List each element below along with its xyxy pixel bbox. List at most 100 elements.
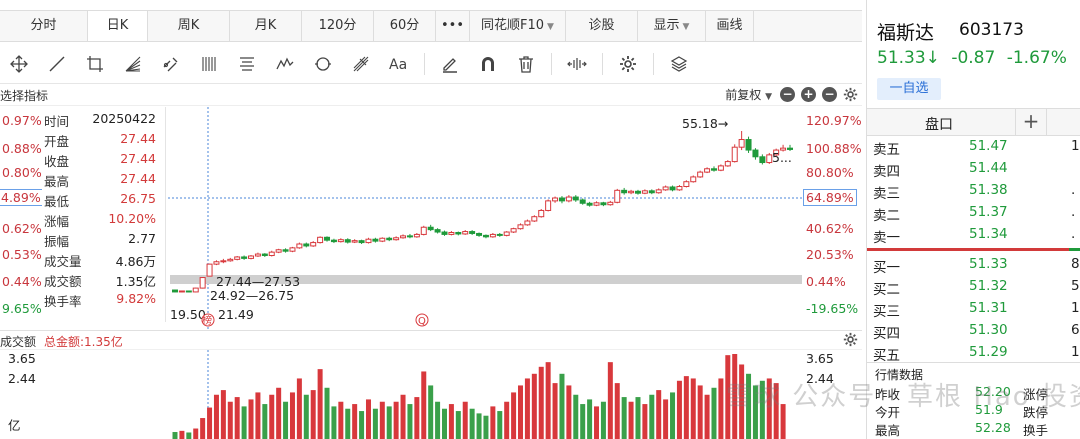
volume-bar[interactable] (683, 376, 689, 439)
volume-bar[interactable] (289, 392, 295, 439)
channel-tool-icon[interactable] (152, 49, 190, 79)
fan-tool-icon[interactable] (114, 49, 152, 79)
candle[interactable] (192, 287, 199, 293)
volume-bar[interactable] (676, 380, 682, 439)
volume-bar[interactable] (428, 385, 434, 439)
candle[interactable] (386, 237, 393, 241)
volume-bar[interactable] (690, 378, 696, 439)
volume-bar[interactable] (262, 404, 268, 439)
candle[interactable] (427, 226, 434, 231)
candle[interactable] (531, 216, 538, 222)
expand-horizontal-icon[interactable] (558, 49, 596, 79)
candle[interactable] (358, 240, 365, 244)
text-lines-icon[interactable] (228, 49, 266, 79)
candle[interactable] (586, 202, 593, 206)
volume-bar[interactable] (511, 392, 517, 439)
minus-circle-icon[interactable]: − (780, 87, 795, 102)
layers-icon[interactable] (660, 49, 698, 79)
candle[interactable] (324, 236, 331, 241)
volume-bar[interactable] (711, 387, 717, 439)
trash-icon[interactable] (507, 49, 545, 79)
volume-bar[interactable] (697, 385, 703, 439)
candle[interactable] (379, 237, 386, 242)
volume-bar[interactable] (663, 399, 669, 439)
volume-bar[interactable] (338, 401, 344, 439)
volume-bar[interactable] (241, 406, 247, 439)
plus-circle-icon[interactable]: + (801, 87, 816, 102)
candle[interactable] (579, 199, 586, 204)
tab-9[interactable]: 显示 ▼ (638, 11, 706, 41)
volume-bar[interactable] (172, 432, 178, 439)
volume-bar[interactable] (587, 399, 593, 439)
volume-bar[interactable] (324, 387, 330, 439)
candle[interactable] (593, 202, 600, 206)
vertical-lines-icon[interactable] (190, 49, 228, 79)
add-watchlist-button[interactable]: 一自选 (877, 78, 941, 100)
text-tool-icon[interactable]: Aa (380, 49, 418, 79)
volume-bar[interactable] (283, 401, 289, 439)
candle[interactable] (178, 290, 185, 293)
candle[interactable] (310, 242, 317, 247)
volume-bar[interactable] (414, 397, 420, 439)
candle[interactable] (372, 238, 379, 242)
gear-icon[interactable] (843, 332, 858, 347)
volume-bar[interactable] (310, 390, 316, 439)
candle[interactable] (607, 201, 614, 206)
tab-6[interactable]: ••• (436, 11, 470, 41)
volume-bar[interactable] (200, 418, 206, 439)
volume-bar[interactable] (600, 401, 606, 439)
candle[interactable] (496, 233, 503, 236)
candle[interactable] (462, 231, 469, 235)
candle[interactable] (275, 249, 282, 253)
volume-bar[interactable] (220, 390, 226, 439)
volume-bar[interactable] (448, 404, 454, 439)
tab-4[interactable]: 120分 (302, 11, 374, 41)
candle[interactable] (317, 236, 324, 244)
magnet-icon[interactable] (469, 49, 507, 79)
volume-bar[interactable] (269, 394, 275, 439)
candle[interactable] (365, 238, 372, 244)
candle[interactable] (482, 234, 489, 238)
volume-bar[interactable] (531, 373, 537, 439)
candle[interactable] (489, 233, 496, 238)
candle[interactable] (683, 181, 690, 187)
volume-bar[interactable] (580, 404, 586, 439)
volume-bar[interactable] (179, 430, 185, 439)
candle[interactable] (641, 190, 648, 194)
volume-bar[interactable] (545, 362, 551, 439)
adjust-select[interactable]: 前复权 ▼ (725, 86, 772, 103)
candle[interactable] (227, 258, 234, 262)
candle[interactable] (296, 243, 303, 249)
candle[interactable] (254, 253, 261, 257)
candle[interactable] (634, 190, 641, 194)
candle[interactable] (282, 249, 289, 252)
volume-bar[interactable] (296, 378, 302, 439)
candle[interactable] (517, 224, 524, 230)
candle[interactable] (406, 235, 413, 238)
volume-bar[interactable] (352, 404, 358, 439)
candle[interactable] (614, 189, 621, 203)
candle[interactable] (676, 185, 683, 191)
volume-bar[interactable] (704, 394, 710, 439)
candle[interactable] (669, 186, 676, 191)
volume-bar[interactable] (656, 390, 662, 439)
candle[interactable] (420, 226, 427, 235)
candle[interactable] (213, 261, 220, 265)
candle[interactable] (759, 156, 766, 164)
tab-8[interactable]: 诊股 (566, 11, 638, 41)
tab-2[interactable]: 周K (148, 11, 230, 41)
volume-bar[interactable] (379, 401, 385, 439)
wave-tool-icon[interactable] (266, 49, 304, 79)
tab-order-book[interactable]: 盘口 (925, 114, 953, 134)
volume-bar[interactable] (573, 394, 579, 439)
candle[interactable] (303, 243, 310, 247)
crosshair-icon[interactable] (0, 49, 38, 79)
volume-bar[interactable] (462, 401, 468, 439)
volume-bar[interactable] (621, 397, 627, 439)
volume-bar[interactable] (469, 408, 475, 439)
tab-10[interactable]: 画线 (706, 11, 754, 41)
volume-bar[interactable] (628, 401, 634, 439)
indicator-select[interactable]: 选择指标 (0, 87, 48, 104)
volume-bar[interactable] (207, 407, 213, 439)
volume-bar[interactable] (213, 394, 219, 439)
